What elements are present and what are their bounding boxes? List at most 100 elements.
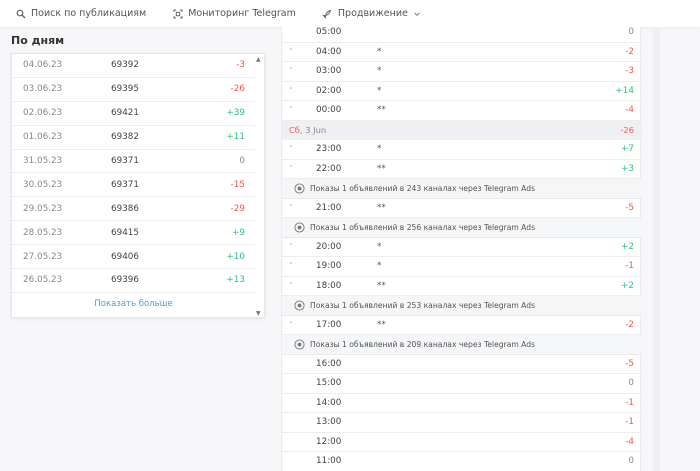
page-scrollbar[interactable] xyxy=(653,27,660,471)
daily-date: 27.05.23 xyxy=(23,251,63,262)
hour-posts: * xyxy=(377,261,382,272)
day-label: Сб, 3 Jun xyxy=(282,125,607,135)
scroll-down-icon[interactable]: ▼ xyxy=(256,310,261,317)
ad-impressions-row: Показы 1 объявлений в 256 каналах через … xyxy=(282,218,642,238)
chevron-down-icon[interactable]: ˅ xyxy=(282,106,316,114)
daily-row: 28.05.23 69415 +9 xyxy=(12,221,255,246)
hour-posts: ** xyxy=(377,280,386,291)
hourly-stats-panel: 05:00 0 ˅ 04:00 * -2 ˅ 03:00 * -3 ˅ 02:00 * +14 ˅ 00:00… xyxy=(281,27,642,471)
hour-time: 05:00 xyxy=(316,27,342,38)
hour-posts: ** xyxy=(377,319,386,330)
daily-row: 26.05.23 69396 +13 xyxy=(12,269,255,293)
hour-row[interactable]: ˄ 22:00 ** +3 xyxy=(282,160,642,179)
hour-time: 11:00 xyxy=(316,456,342,467)
hour-time: 03:00 xyxy=(316,66,342,77)
chevron-up-icon[interactable]: ˄ xyxy=(282,321,316,329)
daily-delta: +9 xyxy=(232,227,245,238)
hour-time: 22:00 xyxy=(316,163,342,174)
daily-subscribers: 69395 xyxy=(111,84,139,95)
daily-date: 04.06.23 xyxy=(23,60,63,71)
hour-posts: ** xyxy=(377,163,386,174)
daily-row: 30.05.23 69371 -15 xyxy=(12,173,255,198)
nav-promotion-label: Продвижение xyxy=(337,8,408,19)
chevron-down-icon xyxy=(414,11,420,16)
hour-row: 05:00 0 xyxy=(282,23,642,43)
ad-impressions-text: Показы 1 объявлений в 256 каналах через … xyxy=(310,222,536,232)
scroll-up-icon[interactable]: ▲ xyxy=(256,56,261,63)
ads-icon xyxy=(294,183,305,194)
daily-row: 03.06.23 69395 -26 xyxy=(12,78,255,102)
nav-search[interactable]: Поиск по публикациям xyxy=(15,8,146,19)
ad-impressions-text: Показы 1 объявлений в 253 каналах через … xyxy=(310,300,536,310)
daily-subscribers: 69392 xyxy=(111,60,139,71)
daily-subscribers: 69406 xyxy=(111,251,139,262)
chevron-up-icon[interactable]: ˄ xyxy=(282,165,316,173)
daily-stats-card: 04.06.23 69392 -3 03.06.23 69395 -26 02.06.23 6… xyxy=(11,53,265,318)
day-delta: -26 xyxy=(620,125,634,136)
hour-delta: -4 xyxy=(625,436,634,447)
hour-delta: 0 xyxy=(628,456,634,467)
hour-row[interactable]: ˅ 04:00 * -2 xyxy=(282,43,642,62)
hour-row[interactable]: ˅ 23:00 * +7 xyxy=(282,140,642,160)
daily-delta: +13 xyxy=(226,275,245,286)
hour-time: 13:00 xyxy=(316,417,342,428)
hour-time: 02:00 xyxy=(316,85,342,96)
hour-time: 21:00 xyxy=(316,202,342,213)
hour-row[interactable]: ˄ 18:00 ** +2 xyxy=(282,277,642,296)
daily-subscribers: 69371 xyxy=(111,156,139,166)
hour-delta: +2 xyxy=(621,280,634,291)
hour-row: 14:00 -1 xyxy=(282,394,642,413)
hour-delta: +14 xyxy=(615,85,634,96)
chevron-down-icon[interactable]: ˅ xyxy=(282,67,316,75)
hour-delta: +3 xyxy=(621,163,634,174)
daily-subscribers: 69421 xyxy=(111,108,139,119)
hour-row[interactable]: ˄ 21:00 ** -5 xyxy=(282,199,642,218)
hour-delta: -1 xyxy=(625,261,634,272)
chevron-down-icon[interactable]: ˅ xyxy=(282,87,316,95)
hour-row[interactable]: ˅ 20:00 * +2 xyxy=(282,238,642,257)
hour-row[interactable]: ˅ 02:00 * +14 xyxy=(282,82,642,101)
chevron-down-icon[interactable]: ˅ xyxy=(282,262,316,270)
hour-time: 14:00 xyxy=(316,397,342,408)
daily-date: 01.06.23 xyxy=(23,132,63,143)
hour-row: 16:00 -5 xyxy=(282,355,642,374)
hour-row[interactable]: ˅ 19:00 * -1 xyxy=(282,257,642,277)
hour-row: 15:00 0 xyxy=(282,374,642,394)
hour-row[interactable]: ˅ 03:00 * -3 xyxy=(282,62,642,82)
show-more-link[interactable]: Показать больше xyxy=(12,299,255,309)
daily-date: 28.05.23 xyxy=(23,227,63,238)
hour-delta: 0 xyxy=(628,378,634,389)
daily-row: 27.05.23 69406 +10 xyxy=(12,245,255,270)
chevron-up-icon[interactable]: ˄ xyxy=(282,282,316,290)
nav-promotion[interactable]: Продвижение xyxy=(322,8,421,19)
chevron-down-icon[interactable]: ˅ xyxy=(282,243,316,251)
daily-delta: +10 xyxy=(226,251,245,262)
daily-subscribers: 69396 xyxy=(111,275,139,286)
nav-search-label: Поиск по публикациям xyxy=(31,8,147,19)
hour-time: 00:00 xyxy=(316,105,342,116)
daily-date: 02.06.23 xyxy=(23,108,63,119)
daily-delta: -26 xyxy=(230,84,245,95)
chevron-down-icon[interactable]: ˅ xyxy=(282,48,316,56)
ad-impressions-row: Показы 1 объявлений в 253 каналах через … xyxy=(282,296,642,316)
hour-time: 12:00 xyxy=(316,436,342,447)
hour-time: 15:00 xyxy=(316,378,342,389)
hour-time: 17:00 xyxy=(316,319,342,330)
hour-row: 13:00 -1 xyxy=(282,413,642,433)
chevron-down-icon[interactable]: ˅ xyxy=(282,145,316,153)
hour-posts: * xyxy=(377,241,382,252)
hour-row: 12:00 -4 xyxy=(282,433,642,452)
hour-posts: * xyxy=(377,85,382,96)
daily-delta: -3 xyxy=(236,60,245,71)
daily-scrollbar[interactable]: ▲ ▼ xyxy=(254,54,264,317)
hour-time: 23:00 xyxy=(316,144,342,155)
chevron-up-icon[interactable]: ˄ xyxy=(282,204,316,212)
hour-time: 04:00 xyxy=(316,46,342,57)
daily-row: 02.06.23 69421 +39 xyxy=(12,102,255,126)
hour-row[interactable]: ˄ 17:00 ** -2 xyxy=(282,316,642,335)
hour-row[interactable]: ˅ 00:00 ** -4 xyxy=(282,101,642,121)
ads-icon xyxy=(294,300,305,311)
daily-delta: -15 xyxy=(230,179,245,190)
hour-posts: ** xyxy=(377,105,386,116)
nav-monitoring[interactable]: Мониторинг Telegram xyxy=(172,8,296,19)
